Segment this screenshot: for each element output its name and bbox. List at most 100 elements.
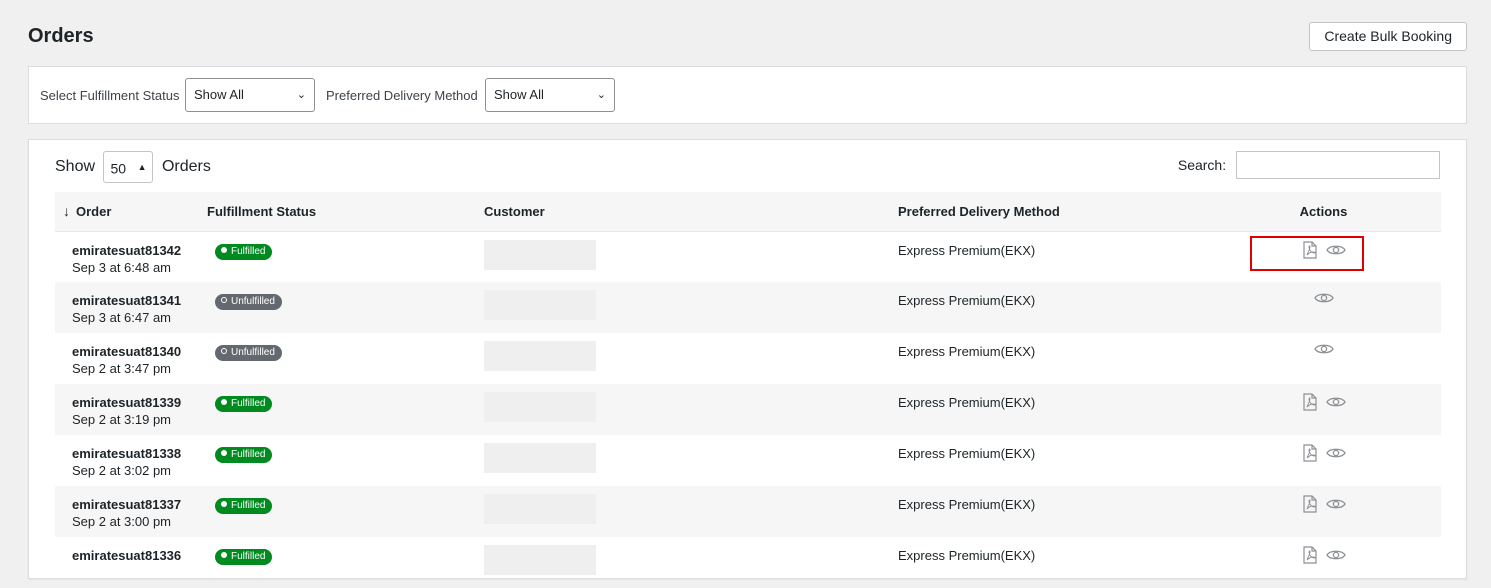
customer-cell (484, 282, 898, 333)
order-date: Sep 3 at 6:47 am (72, 310, 172, 325)
table-row: emiratesuat81342 Sep 3 at 6:48 am Fulfille… (55, 231, 1441, 282)
order-id-link[interactable]: emiratesuat81337 (72, 496, 207, 513)
order-date: Sep 3 at 6:48 am (72, 259, 172, 275)
delivery-method-cell: Express Premium(EKX) (898, 395, 1036, 410)
filled-dot-icon (221, 450, 227, 457)
eye-icon[interactable] (1325, 548, 1346, 565)
eye-icon[interactable] (1313, 342, 1334, 359)
column-header-customer[interactable]: Customer (484, 192, 898, 232)
order-id-link[interactable]: emiratesuat81336 (72, 547, 207, 564)
filled-dot-icon (221, 246, 227, 253)
status-badge: Fulfilled (215, 396, 273, 412)
actions-cell (1206, 282, 1441, 333)
order-id-link[interactable]: emiratesuat81341 (72, 292, 207, 309)
table-row: emiratesuat81336 Fulfilled Express Premium… (55, 537, 1441, 588)
create-bulk-booking-button[interactable]: Create Bulk Booking (1309, 22, 1467, 51)
order-date: Sep 2 at 3:00 pm (72, 514, 172, 529)
customer-placeholder (484, 239, 596, 270)
order-id-link[interactable]: emiratesuat81342 (72, 242, 207, 259)
status-badge: Unfulfilled (215, 294, 282, 310)
customer-cell (484, 333, 898, 384)
fulfillment-status-value: Show All (194, 87, 244, 102)
table-header-row: ↓ Order Fulfillment Status Customer Prefe… (55, 192, 1441, 232)
actions-group (1310, 291, 1338, 308)
customer-placeholder (484, 341, 596, 371)
order-cell: emiratesuat81338 Sep 2 at 3:02 pm (55, 435, 207, 486)
eye-icon[interactable] (1325, 446, 1346, 463)
column-header-order[interactable]: ↓ Order (55, 192, 207, 232)
ring-dot-icon (221, 297, 227, 304)
delivery-method-cell: Express Premium(EKX) (898, 497, 1036, 512)
orders-table: ↓ Order Fulfillment Status Customer Prefe… (55, 192, 1441, 588)
column-header-status[interactable]: Fulfillment Status (207, 192, 484, 232)
customer-cell (484, 231, 898, 282)
filled-dot-icon (221, 501, 227, 508)
highlight-box (1249, 235, 1364, 271)
column-header-actions: Actions (1206, 192, 1441, 232)
eye-icon[interactable] (1325, 395, 1346, 412)
chevron-down-icon: ⌄ (596, 89, 606, 101)
table-row: emiratesuat81340 Sep 2 at 3:47 pm Unfulfil… (55, 333, 1441, 384)
page-length-select[interactable]: 50 ▲ (103, 151, 154, 183)
order-cell: emiratesuat81336 (55, 537, 207, 588)
customer-placeholder (484, 392, 596, 422)
actions-cell (1206, 486, 1441, 537)
delivery-method-value: Show All (494, 87, 544, 102)
order-id-link[interactable]: emiratesuat81338 (72, 445, 207, 462)
status-cell: Fulfilled (207, 435, 484, 486)
customer-placeholder (484, 443, 596, 473)
fulfillment-status-label: Select Fulfillment Status (40, 88, 180, 103)
delivery-method-cell: Express Premium(EKX) (898, 293, 1036, 308)
status-cell: Unfulfilled (207, 333, 484, 384)
status-badge: Fulfilled (215, 447, 273, 463)
page-title: Orders (28, 25, 94, 47)
page-length-control: Show 50 ▲ Orders (55, 151, 211, 183)
eye-icon[interactable] (1313, 291, 1334, 308)
actions-group (1310, 342, 1338, 359)
actions-cell (1206, 231, 1441, 282)
delivery-method-cell: Express Premium(EKX) (898, 242, 1036, 258)
order-cell: emiratesuat81340 Sep 2 at 3:47 pm (55, 333, 207, 384)
customer-cell (484, 435, 898, 486)
status-badge: Fulfilled (215, 243, 273, 260)
order-id-link[interactable]: emiratesuat81339 (72, 394, 207, 411)
actions-cell (1206, 333, 1441, 384)
table-row: emiratesuat81337 Sep 2 at 3:00 pm Fulfille… (55, 486, 1441, 537)
status-badge: Unfulfilled (215, 345, 282, 361)
actions-cell (1206, 537, 1441, 588)
ring-dot-icon (221, 348, 227, 355)
order-date: Sep 2 at 3:47 pm (72, 361, 172, 376)
actions-group (1249, 235, 1364, 271)
pdf-file-icon[interactable] (1302, 393, 1318, 414)
actions-group (1298, 393, 1350, 414)
filled-dot-icon (221, 399, 227, 406)
filter-bar: Select Fulfillment Status Show All ⌄ Pre… (28, 66, 1467, 124)
order-id-link[interactable]: emiratesuat81340 (72, 343, 207, 360)
search-input[interactable] (1236, 151, 1440, 179)
pdf-file-icon[interactable] (1302, 495, 1318, 516)
order-cell: emiratesuat81337 Sep 2 at 3:00 pm (55, 486, 207, 537)
fulfillment-status-select[interactable]: Show All ⌄ (185, 78, 315, 112)
table-row: emiratesuat81338 Sep 2 at 3:02 pm Fulfille… (55, 435, 1441, 486)
order-cell: emiratesuat81342 Sep 3 at 6:48 am (55, 231, 207, 282)
customer-placeholder (484, 545, 596, 575)
column-header-method[interactable]: Preferred Delivery Method (898, 192, 1206, 232)
status-badge: Fulfilled (215, 498, 273, 514)
status-badge: Fulfilled (215, 549, 273, 565)
updown-icon: ▲ (137, 162, 147, 172)
arrow-down-icon: ↓ (63, 203, 70, 220)
status-cell: Fulfilled (207, 486, 484, 537)
show-label: Show (55, 158, 96, 175)
eye-icon[interactable] (1325, 497, 1346, 514)
actions-group (1298, 444, 1350, 465)
status-cell: Fulfilled (207, 537, 484, 588)
page-length-value: 50 (110, 160, 127, 177)
delivery-method-select[interactable]: Show All ⌄ (485, 78, 615, 112)
customer-cell (484, 537, 898, 588)
order-cell: emiratesuat81339 Sep 2 at 3:19 pm (55, 384, 207, 435)
order-date: Sep 2 at 3:02 pm (72, 463, 172, 478)
pdf-file-icon[interactable] (1302, 444, 1318, 465)
orders-panel: Show 50 ▲ Orders Search: ↓ Order Fulfillm… (28, 139, 1467, 579)
customer-cell (484, 384, 898, 435)
status-cell: Fulfilled (207, 384, 484, 435)
